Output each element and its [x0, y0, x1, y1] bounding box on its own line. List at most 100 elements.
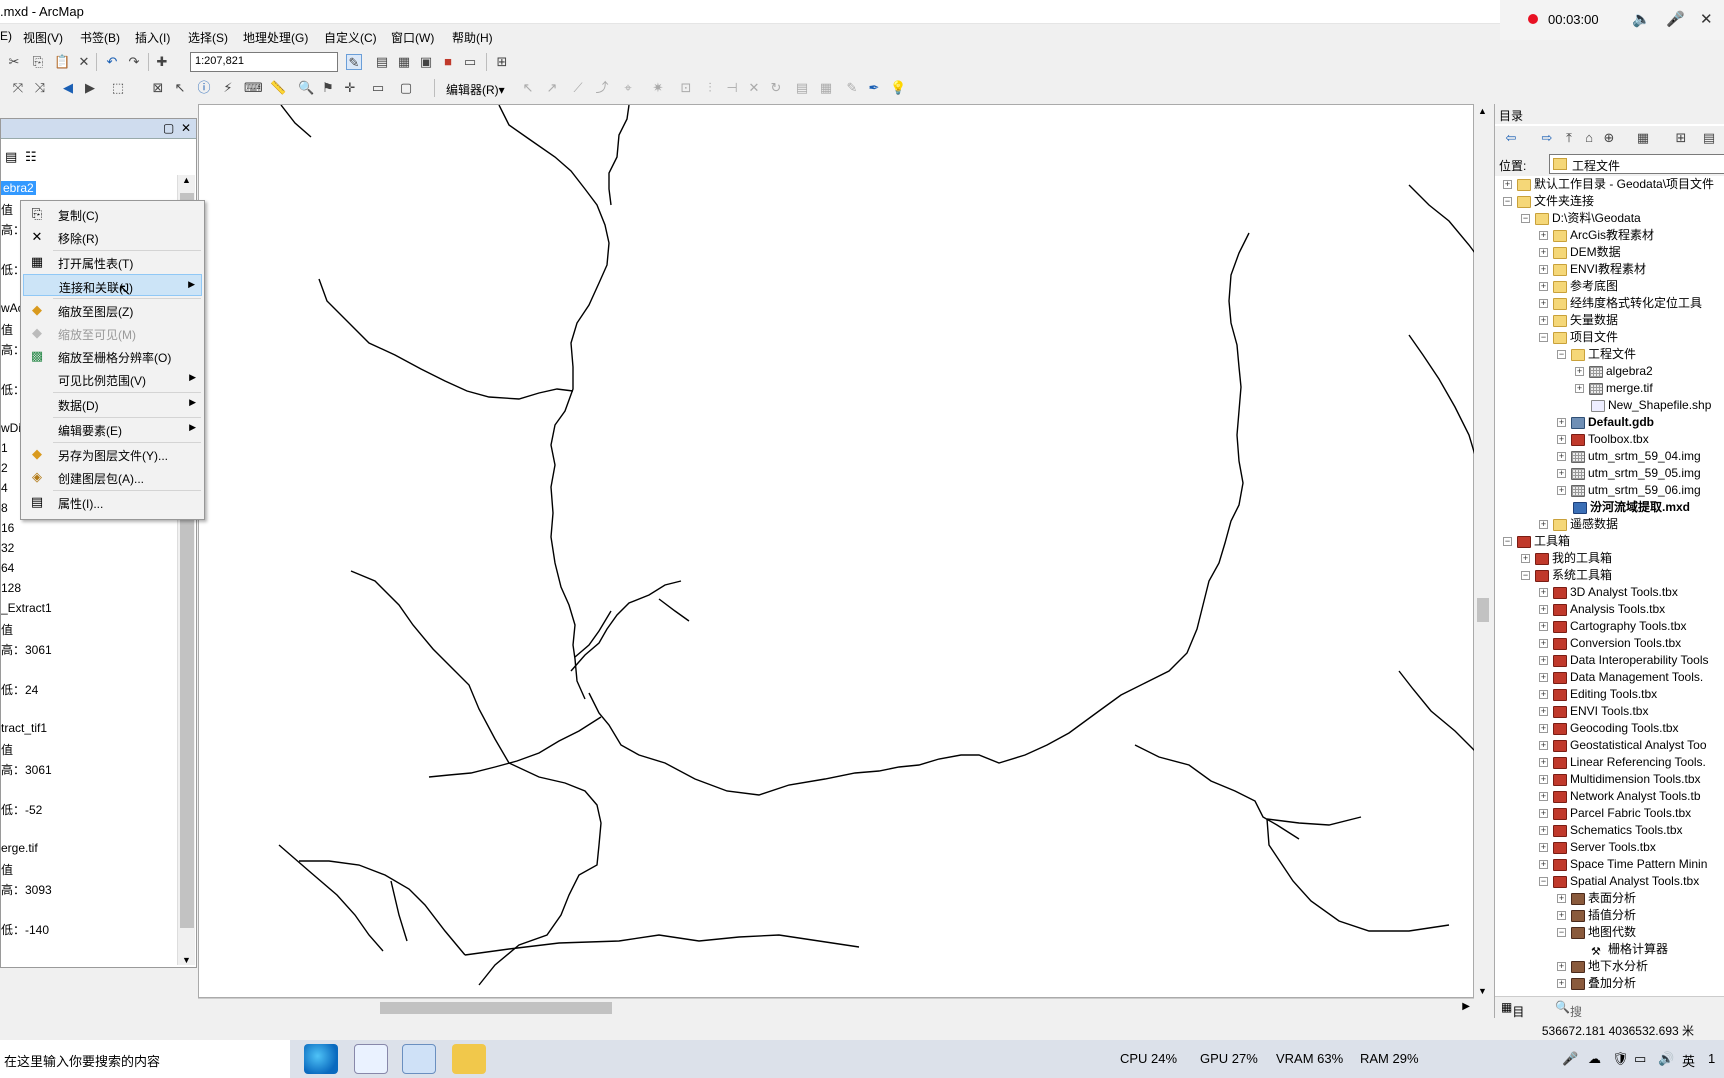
- fixed-zoom-out-icon[interactable]: ⤨: [32, 80, 48, 96]
- home-icon[interactable]: ⌂: [1581, 130, 1597, 146]
- expand-icon[interactable]: +: [1539, 860, 1548, 870]
- cut-polygon-icon[interactable]: ⊣: [724, 80, 740, 96]
- arctoolbox-icon[interactable]: ■: [440, 54, 456, 70]
- file-explorer-icon[interactable]: [452, 1044, 486, 1074]
- map-horizontal-scrollbar[interactable]: ▶: [198, 998, 1474, 1016]
- catalog-tree-node[interactable]: +3D Analyst Tools.tbx: [1539, 584, 1678, 601]
- collapse-icon[interactable]: −: [1503, 537, 1512, 547]
- html-popup-icon[interactable]: ⚡: [220, 80, 236, 96]
- expand-icon[interactable]: +: [1539, 724, 1548, 734]
- paste-icon[interactable]: 📋: [54, 54, 70, 70]
- layer-name-selected[interactable]: ebra2: [1, 181, 36, 195]
- menu-windows[interactable]: 窗口(W): [391, 29, 434, 46]
- close-icon[interactable]: ✕: [181, 121, 191, 135]
- catalog-tree-node[interactable]: + merge.tif: [1575, 380, 1653, 397]
- catalog-tree-node[interactable]: + Schematics Tools.tbx: [1539, 822, 1683, 839]
- catalog-tree-node[interactable]: ⚒ 栅格计算器: [1575, 941, 1668, 958]
- catalog-tree-node[interactable]: + Server Tools.tbx: [1539, 839, 1656, 856]
- catalog-tree-node[interactable]: + Editing Tools.tbx: [1539, 686, 1657, 703]
- forward-extent-icon[interactable]: ▶: [82, 80, 98, 96]
- catalog-tree-node[interactable]: + 默认工作目录 - Geodata\项目文件: [1503, 176, 1714, 193]
- map-vertical-scrollbar[interactable]: ▲ ▼: [1474, 104, 1492, 998]
- model-builder-icon[interactable]: ⊞: [494, 54, 510, 70]
- expand-icon[interactable]: +: [1539, 639, 1548, 649]
- options-icon[interactable]: ☷: [25, 149, 37, 165]
- menu-item-joins-relates[interactable]: 连接和关联(J) ▶: [23, 274, 202, 296]
- menu-selection[interactable]: 选择(S): [188, 29, 228, 46]
- maximize-icon[interactable]: ▢: [163, 121, 174, 135]
- up-one-level-icon[interactable]: ⤒: [1561, 130, 1577, 146]
- menu-view[interactable]: 视图(V): [23, 29, 63, 46]
- catalog-tree-node[interactable]: + 我的工具箱: [1521, 550, 1612, 567]
- expand-icon[interactable]: +: [1557, 435, 1566, 445]
- edit-tool-icon[interactable]: ↖: [520, 80, 536, 96]
- menu-item-visible-scale-range[interactable]: 可见比例范围(V) ▶: [23, 368, 202, 390]
- catalog-tree-node[interactable]: New_Shapefile.shp: [1575, 397, 1711, 414]
- menu-item[interactable]: E): [0, 29, 12, 43]
- select-elements-icon[interactable]: ↖: [172, 80, 188, 96]
- location-input[interactable]: 工程文件: [1549, 154, 1724, 174]
- expand-icon[interactable]: +: [1539, 622, 1548, 632]
- point-icon[interactable]: ✷: [650, 80, 666, 96]
- expand-icon[interactable]: +: [1539, 656, 1548, 666]
- layer-name[interactable]: erge.tif: [1, 841, 38, 855]
- back-icon[interactable]: ⇦: [1503, 130, 1519, 146]
- expand-icon[interactable]: +: [1539, 690, 1548, 700]
- microphone-tray-icon[interactable]: 🎤: [1562, 1051, 1578, 1067]
- collapse-icon[interactable]: −: [1557, 928, 1566, 938]
- catalog-tree-node[interactable]: + Parcel Fabric Tools.tbx: [1539, 805, 1691, 822]
- expand-icon[interactable]: +: [1539, 316, 1548, 326]
- expand-icon[interactable]: +: [1575, 384, 1584, 394]
- editor-toolbar-icon[interactable]: ✎: [346, 54, 362, 70]
- menu-item-data[interactable]: 数据(D) ▶: [23, 393, 202, 415]
- speaker-icon[interactable]: 🔈: [1632, 10, 1651, 28]
- app-icon[interactable]: [354, 1044, 388, 1074]
- catalog-tree-node[interactable]: + 参考底图: [1539, 278, 1618, 295]
- sketch-properties-icon[interactable]: ▦: [818, 80, 834, 96]
- expand-icon[interactable]: +: [1539, 231, 1548, 241]
- split-icon[interactable]: ✕: [746, 80, 762, 96]
- collapse-icon[interactable]: −: [1557, 350, 1566, 360]
- fixed-zoom-in-icon[interactable]: ⤧: [10, 80, 26, 96]
- catalog-tree-node[interactable]: + Conversion Tools.tbx: [1539, 635, 1681, 652]
- trace-icon[interactable]: ⌖: [620, 80, 636, 96]
- catalog-tree-node[interactable]: + Network Analyst Tools.tb: [1539, 788, 1701, 805]
- edit-annotation-icon[interactable]: ↗: [544, 80, 560, 96]
- expand-icon[interactable]: +: [1539, 520, 1548, 530]
- search-window-icon[interactable]: ▣: [418, 54, 434, 70]
- expand-icon[interactable]: +: [1539, 826, 1548, 836]
- menu-item-zoom-to-raster-resolution[interactable]: ▩ 缩放至栅格分辨率(O): [23, 345, 202, 367]
- catalog-tree-node[interactable]: + utm_srtm_59_06.img: [1557, 482, 1701, 499]
- delete-icon[interactable]: ✕: [76, 54, 92, 70]
- expand-icon[interactable]: +: [1539, 741, 1548, 751]
- redo-icon[interactable]: ↷: [126, 54, 142, 70]
- catalog-tree-node[interactable]: + 遥感数据: [1539, 516, 1618, 533]
- hyperlink-icon[interactable]: ⌨: [244, 80, 263, 96]
- expand-icon[interactable]: +: [1539, 707, 1548, 717]
- expand-icon[interactable]: +: [1557, 894, 1566, 904]
- expand-icon[interactable]: +: [1539, 673, 1548, 683]
- expand-icon[interactable]: +: [1539, 758, 1548, 768]
- catalog-tree-node[interactable]: + 插值分析: [1557, 907, 1636, 924]
- expand-icon[interactable]: +: [1539, 282, 1548, 292]
- expand-icon[interactable]: +: [1503, 180, 1512, 190]
- tab-search[interactable]: 🔍 搜索: [1555, 1000, 1582, 1036]
- measure-icon[interactable]: 📏: [270, 80, 286, 96]
- select-features-icon[interactable]: ⬚: [110, 80, 126, 96]
- views-icon[interactable]: ▦: [1635, 130, 1651, 146]
- catalog-tree-node[interactable]: + algebra2: [1575, 363, 1653, 380]
- bulb-icon[interactable]: 💡: [890, 80, 906, 96]
- expand-icon[interactable]: +: [1521, 554, 1530, 564]
- catalog-tree-node[interactable]: − 工程文件: [1557, 346, 1636, 363]
- expand-icon[interactable]: +: [1539, 809, 1548, 819]
- go-to-xy-icon[interactable]: ✛: [342, 80, 358, 96]
- expand-icon[interactable]: +: [1539, 843, 1548, 853]
- collapse-icon[interactable]: −: [1521, 571, 1530, 581]
- menu-item-create-layer-package[interactable]: ◈ 创建图层包(A)...: [23, 466, 202, 488]
- list-by-source-icon[interactable]: ▤: [5, 149, 17, 165]
- menu-customize[interactable]: 自定义(C): [324, 29, 377, 46]
- rotate-icon[interactable]: ↻: [768, 80, 784, 96]
- add-data-icon[interactable]: ✚: [154, 54, 170, 70]
- taskbar-search-input[interactable]: 在这里输入你要搜索的内容: [0, 1040, 290, 1078]
- menu-help[interactable]: 帮助(H): [452, 29, 493, 46]
